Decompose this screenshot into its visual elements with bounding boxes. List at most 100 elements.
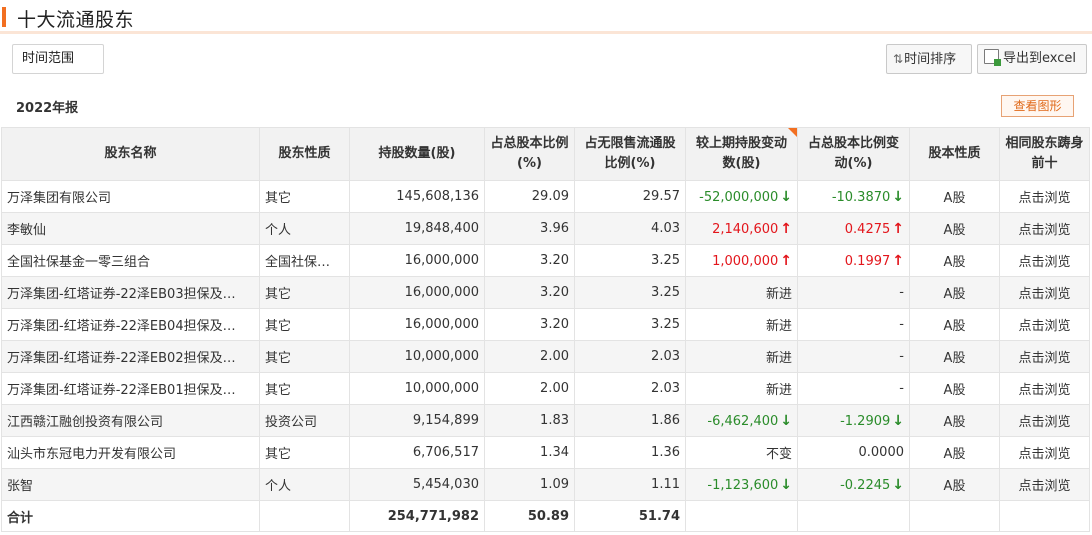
header-pct-float[interactable]: 占无限售流通股比例(%) — [574, 127, 686, 181]
export-excel-label: 导出到excel — [1003, 51, 1076, 66]
table-row: 万泽集团-红塔证券-22泽EB03担保及… 其它 16,000,000 3.20 3.2… — [1, 276, 1090, 309]
table-body: 万泽集团有限公司 其它 145,608,136 29.09 29.57 -52,000,0… — [1, 180, 1090, 532]
shares-held: 10,000,000 — [349, 372, 485, 405]
header-change[interactable]: 较上期持股变动数(股) — [685, 127, 798, 181]
share-type: A股 — [909, 244, 1000, 277]
time-sort-button[interactable]: ⇅时间排序 — [886, 44, 972, 74]
holder-name: 汕头市东冠电力开发有限公司 — [1, 436, 260, 469]
pct-change: -1.2909 ↓ — [797, 404, 910, 437]
holder-name: 万泽集团-红塔证券-22泽EB03担保及… — [1, 276, 260, 309]
pct-change-value: -1.2909 — [840, 413, 891, 429]
table-row: 全国社保基金一零三组合 全国社保… 16,000,000 3.20 3.25 1,000,… — [1, 244, 1090, 277]
shares-change-value: 新进 — [765, 351, 792, 366]
holder-name: 万泽集团-红塔证券-22泽EB01担保及… — [1, 372, 260, 405]
browse-link[interactable]: 点击浏览 — [999, 436, 1090, 469]
total-empty-cell — [259, 500, 350, 532]
share-type: A股 — [909, 212, 1000, 245]
shares-change: 2,140,600 ↑ — [685, 212, 798, 245]
shares-held: 9,154,899 — [349, 404, 485, 437]
holder-nature: 个人 — [259, 212, 350, 245]
holder-name: 江西赣江融创投资有限公司 — [1, 404, 260, 437]
shares-change-value: 2,140,600 — [712, 221, 779, 237]
shares-change: -6,462,400 ↓ — [685, 404, 798, 437]
holder-name: 万泽集团-红塔证券-22泽EB02担保及… — [1, 340, 260, 373]
pct-float: 2.03 — [574, 340, 686, 373]
pct-change-value: -10.3870 — [831, 189, 891, 205]
share-type: A股 — [909, 404, 1000, 437]
browse-link[interactable]: 点击浏览 — [999, 372, 1090, 405]
arrow-down-icon: ↓ — [892, 412, 904, 429]
shares-change: 新进 — [685, 372, 798, 405]
share-type: A股 — [909, 468, 1000, 501]
pct-change: - — [797, 372, 910, 405]
pct-float: 29.57 — [574, 180, 686, 213]
total-empty-cell — [685, 500, 798, 532]
pct-change: - — [797, 340, 910, 373]
toolbar: 时间范围 ⇅时间排序 导出到excel — [0, 36, 1092, 82]
header-pct-total[interactable]: 占总股本比例(%) — [484, 127, 575, 181]
arrow-up-icon: ↑ — [892, 252, 904, 269]
holder-nature: 其它 — [259, 372, 350, 405]
holder-nature: 个人 — [259, 468, 350, 501]
holder-name: 全国社保基金一零三组合 — [1, 244, 260, 277]
header-holder-name[interactable]: 股东名称 — [1, 127, 260, 181]
pct-float: 3.25 — [574, 308, 686, 341]
shares-change-value: 新进 — [765, 287, 792, 302]
shareholders-table: 股东名称 股东性质 持股数量(股) 占总股本比例(%) 占无限售流通股比例(%)… — [1, 127, 1090, 532]
shares-change-value: -1,123,600 — [707, 477, 779, 493]
browse-link[interactable]: 点击浏览 — [999, 276, 1090, 309]
header-pct-change[interactable]: 占总股本比例变动(%) — [797, 127, 910, 181]
total-pct-total: 50.89 — [484, 500, 575, 532]
browse-link[interactable]: 点击浏览 — [999, 180, 1090, 213]
shares-change: -52,000,000 ↓ — [685, 180, 798, 213]
shares-change: 新进 — [685, 276, 798, 309]
table-row: 张智 个人 5,454,030 1.09 1.11 -1,123,600 ↓ -0.2245 ↓… — [1, 468, 1090, 501]
header-shares[interactable]: 持股数量(股) — [349, 127, 485, 181]
header-same-holder[interactable]: 相同股东踌身前十 — [999, 127, 1090, 181]
arrow-up-icon: ↑ — [892, 220, 904, 237]
browse-link[interactable]: 点击浏览 — [999, 308, 1090, 341]
total-empty-cell — [909, 500, 1000, 532]
browse-link[interactable]: 点击浏览 — [999, 244, 1090, 277]
holder-nature: 其它 — [259, 180, 350, 213]
holder-nature: 其它 — [259, 340, 350, 373]
pct-change-value: - — [899, 349, 904, 364]
pct-change: 0.0000 — [797, 436, 910, 469]
share-type: A股 — [909, 276, 1000, 309]
shares-change-value: 新进 — [765, 319, 792, 334]
view-chart-button[interactable]: 查看图形 — [1001, 95, 1074, 117]
pct-float: 3.25 — [574, 276, 686, 309]
table-row: 万泽集团-红塔证券-22泽EB02担保及… 其它 10,000,000 2.00 2.0… — [1, 340, 1090, 373]
shares-change: 不变 — [685, 436, 798, 469]
pct-total: 29.09 — [484, 180, 575, 213]
browse-link[interactable]: 点击浏览 — [999, 404, 1090, 437]
pct-total: 3.20 — [484, 276, 575, 309]
header-share-type[interactable]: 股本性质 — [909, 127, 1000, 181]
browse-link[interactable]: 点击浏览 — [999, 468, 1090, 501]
export-excel-button[interactable]: 导出到excel — [977, 44, 1087, 74]
sort-corner-marker — [788, 128, 797, 137]
share-type: A股 — [909, 372, 1000, 405]
holder-name: 万泽集团-红塔证券-22泽EB04担保及… — [1, 308, 260, 341]
shares-held: 16,000,000 — [349, 308, 485, 341]
pct-total: 3.96 — [484, 212, 575, 245]
time-sort-label: 时间排序 — [904, 52, 957, 67]
shares-change: 新进 — [685, 308, 798, 341]
pct-total: 2.00 — [484, 340, 575, 373]
shares-change: 1,000,000 ↑ — [685, 244, 798, 277]
pct-change-value: 0.1997 — [844, 253, 891, 269]
pct-total: 2.00 — [484, 372, 575, 405]
holder-nature: 其它 — [259, 276, 350, 309]
total-shares: 254,771,982 — [349, 500, 485, 532]
time-range-select[interactable]: 时间范围 — [12, 44, 104, 74]
arrow-down-icon: ↓ — [780, 188, 792, 205]
header-holder-nature[interactable]: 股东性质 — [259, 127, 350, 181]
total-pct-float: 51.74 — [574, 500, 686, 532]
arrow-down-icon: ↓ — [780, 476, 792, 493]
browse-link[interactable]: 点击浏览 — [999, 212, 1090, 245]
holder-name: 张智 — [1, 468, 260, 501]
total-empty-cell — [797, 500, 910, 532]
table-header-row: 股东名称 股东性质 持股数量(股) 占总股本比例(%) 占无限售流通股比例(%)… — [1, 127, 1090, 181]
browse-link[interactable]: 点击浏览 — [999, 340, 1090, 373]
sort-arrows-icon: ⇅ — [893, 52, 904, 66]
